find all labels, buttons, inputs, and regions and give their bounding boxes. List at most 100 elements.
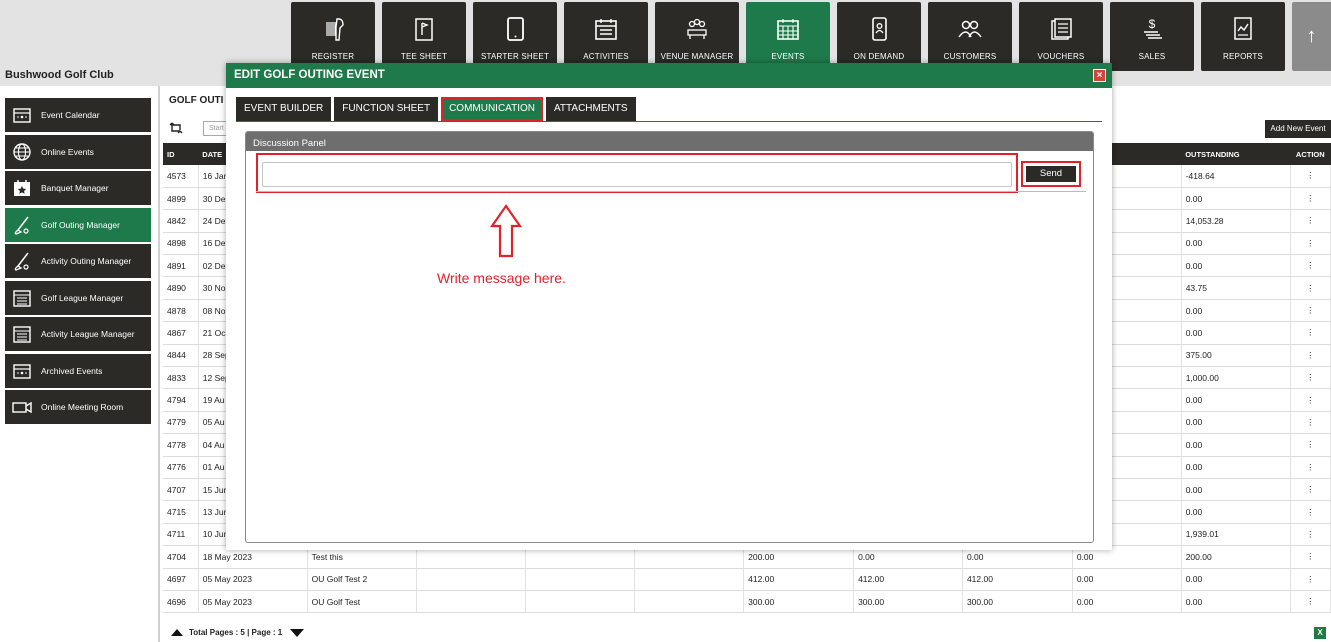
table-cell: 0.00: [1181, 299, 1291, 323]
row-action-menu-icon[interactable]: ⋮: [1290, 590, 1331, 614]
table-cell: 4707: [163, 478, 199, 502]
sidebar-item-event-calendar[interactable]: Event Calendar: [5, 98, 151, 132]
tab-event-builder[interactable]: EVENT BUILDER: [236, 97, 332, 121]
table-cell: 4878: [163, 299, 199, 323]
message-input[interactable]: [262, 162, 1012, 187]
sidebar-item-label: Online Meeting Room: [41, 402, 124, 412]
nav-venue-manager-button[interactable]: VENUE MANAGER: [655, 2, 739, 71]
modal-header: EDIT GOLF OUTING EVENT ×: [226, 63, 1112, 88]
tab-function-sheet[interactable]: FUNCTION SHEET: [334, 97, 439, 121]
row-action-menu-icon[interactable]: ⋮: [1290, 276, 1331, 300]
sidebar-item-label: Activity Outing Manager: [41, 256, 132, 266]
table-cell: 300.00: [962, 590, 1073, 614]
nav-label: VENUE MANAGER: [660, 52, 734, 61]
sidebar-item-label: Archived Events: [41, 365, 103, 376]
video-camera-icon: [12, 401, 32, 414]
nav-on-demand-button[interactable]: ON DEMAND: [837, 2, 921, 71]
column-header[interactable]: OUTSTANDING: [1181, 143, 1291, 165]
row-action-menu-icon[interactable]: ⋮: [1290, 232, 1331, 256]
nav-tee-sheet-button[interactable]: TEE SHEET: [382, 2, 466, 71]
row-action-menu-icon[interactable]: ⋮: [1290, 299, 1331, 323]
tab-attachments[interactable]: ATTACHMENTS: [546, 97, 636, 121]
table-cell: 4779: [163, 411, 199, 435]
nav-starter-sheet-button[interactable]: STARTER SHEET: [473, 2, 557, 71]
page-up-icon[interactable]: [171, 629, 183, 636]
row-action-menu-icon[interactable]: ⋮: [1290, 500, 1331, 524]
row-action-menu-icon[interactable]: ⋮: [1290, 321, 1331, 345]
table-cell: 412.00: [853, 568, 963, 591]
table-cell: 4715: [163, 500, 199, 524]
sidebar-item-activity-outing-manager[interactable]: Activity Outing Manager: [5, 244, 151, 278]
nav-register-button[interactable]: REGISTER: [291, 2, 375, 71]
table-cell: 1,939.01: [1181, 523, 1291, 547]
edit-golf-outing-modal: EDIT GOLF OUTING EVENT × EVENT BUILDER FU…: [226, 63, 1112, 550]
table-cell: 0.00: [1181, 433, 1291, 457]
page-title: GOLF OUTI: [169, 95, 224, 106]
table-cell: [525, 590, 636, 614]
nav-reports-button[interactable]: REPORTS: [1201, 2, 1285, 71]
annotation-text: Write message here.: [437, 270, 566, 286]
table-row[interactable]: 4697 05 May 2023 OU Golf Test 2 412.00 412.0…: [163, 568, 1331, 591]
golf-club-icon: [14, 216, 29, 235]
nav-vouchers-button[interactable]: VOUCHERS: [1019, 2, 1103, 71]
nav-customers-button[interactable]: CUSTOMERS: [928, 2, 1012, 71]
table-cell: OU Golf Test: [307, 590, 417, 614]
tab-communication[interactable]: COMMUNICATION: [441, 97, 543, 121]
row-action-menu-icon[interactable]: ⋮: [1290, 388, 1331, 412]
add-new-event-button[interactable]: Add New Event: [1265, 120, 1331, 138]
table-cell: [634, 590, 745, 614]
table-cell: 05 May 2023: [198, 568, 308, 591]
table-cell: 0.00: [1181, 254, 1291, 278]
sidebar-item-online-events[interactable]: Online Events: [5, 134, 151, 169]
row-action-menu-icon[interactable]: ⋮: [1290, 187, 1331, 211]
table-cell: 4711: [163, 523, 199, 547]
sidebar-item-banquet-manager[interactable]: Banquet Manager: [5, 171, 151, 205]
excel-export-icon[interactable]: X: [1314, 627, 1326, 639]
column-header[interactable]: ACTION: [1290, 143, 1331, 165]
table-cell: -418.64: [1181, 165, 1291, 188]
row-action-menu-icon[interactable]: ⋮: [1290, 478, 1331, 502]
sidebar-item-label: Golf League Manager: [41, 292, 124, 303]
table-cell: 0.00: [1181, 478, 1291, 502]
modal-tabs: EVENT BUILDER FUNCTION SHEET COMMUNICATION…: [236, 97, 639, 121]
sidebar-item-label: Online Events: [41, 146, 94, 157]
modal-title: EDIT GOLF OUTING EVENT: [234, 69, 385, 81]
row-action-menu-icon[interactable]: ⋮: [1290, 568, 1331, 591]
row-action-menu-icon[interactable]: ⋮: [1290, 366, 1331, 390]
nav-events-button[interactable]: EVENTS: [746, 2, 830, 71]
row-action-menu-icon[interactable]: ⋮: [1290, 433, 1331, 457]
nav-sales-button[interactable]: $ SALES: [1110, 2, 1194, 71]
row-action-menu-icon[interactable]: ⋮: [1290, 411, 1331, 435]
nav-activities-button[interactable]: ACTIVITIES: [564, 2, 648, 71]
row-action-menu-icon[interactable]: ⋮: [1290, 209, 1331, 233]
table-cell: 0.00: [1181, 568, 1291, 591]
column-header[interactable]: ID: [163, 143, 199, 165]
table-cell: OU Golf Test 2: [307, 568, 417, 591]
sidebar-item-golf-league-manager[interactable]: Golf League Manager: [5, 280, 151, 315]
table-cell: 4704: [163, 545, 199, 569]
close-icon[interactable]: ×: [1093, 69, 1106, 82]
row-action-menu-icon[interactable]: ⋮: [1290, 165, 1331, 188]
refresh-icon[interactable]: [169, 121, 183, 135]
table-cell: 4898: [163, 232, 199, 256]
sidebar-item-label: Golf Outing Manager: [41, 219, 120, 230]
page-down-icon[interactable]: [290, 628, 305, 637]
table-cell: 200.00: [1181, 545, 1291, 569]
sidebar-item-archived-events[interactable]: Archived Events: [5, 353, 151, 388]
sidebar-item-online-meeting-room[interactable]: Online Meeting Room: [5, 390, 151, 424]
table-row[interactable]: 4696 05 May 2023 OU Golf Test 300.00 300.00 3…: [163, 590, 1331, 614]
send-button[interactable]: Send: [1026, 166, 1076, 182]
row-action-menu-icon[interactable]: ⋮: [1290, 254, 1331, 278]
up-arrow-annotation-icon: [490, 204, 522, 258]
mobile-person-icon: [872, 17, 887, 41]
table-cell: 4794: [163, 388, 199, 412]
sidebar-item-activity-league-manager[interactable]: Activity League Manager: [5, 317, 151, 351]
tee-sheet-flag-icon: [415, 18, 433, 41]
scroll-up-button[interactable]: ↑: [1292, 2, 1331, 71]
row-action-menu-icon[interactable]: ⋮: [1290, 523, 1331, 547]
row-action-menu-icon[interactable]: ⋮: [1290, 545, 1331, 569]
table-cell: 0.00: [1072, 590, 1182, 614]
row-action-menu-icon[interactable]: ⋮: [1290, 344, 1331, 368]
row-action-menu-icon[interactable]: ⋮: [1290, 456, 1331, 479]
sidebar-item-golf-outing-manager[interactable]: Golf Outing Manager: [5, 207, 151, 242]
